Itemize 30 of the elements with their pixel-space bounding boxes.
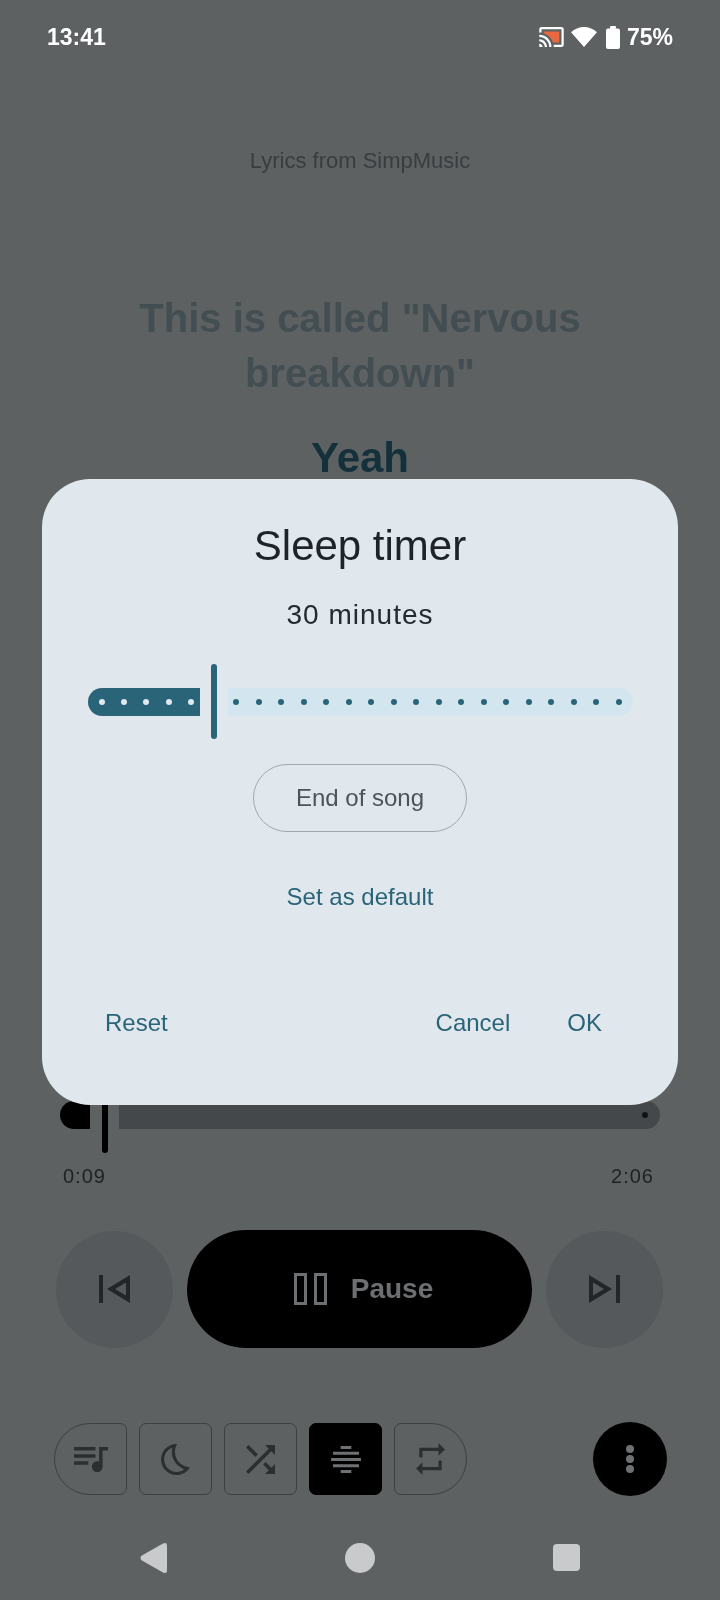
shuffle-icon: [246, 1444, 275, 1474]
battery-percent: 75%: [626, 23, 673, 51]
ok-button[interactable]: OK: [555, 999, 614, 1047]
shuffle-button[interactable]: [224, 1423, 297, 1495]
repeat-icon: [416, 1443, 445, 1475]
skip-next-icon: [589, 1275, 620, 1303]
reset-button[interactable]: Reset: [93, 999, 180, 1047]
centered-lines-icon: [330, 1445, 361, 1473]
pause-icon: [293, 1273, 327, 1305]
wifi-icon: [570, 27, 597, 47]
elapsed-time: 0:09: [63, 1164, 106, 1188]
sleep-timer-button[interactable]: [139, 1423, 212, 1495]
cancel-button[interactable]: Cancel: [423, 999, 523, 1047]
status-time: 13:41: [47, 23, 106, 51]
home-circle-icon[interactable]: [345, 1542, 375, 1573]
lyrics-button[interactable]: [309, 1423, 382, 1495]
back-triangle-icon[interactable]: [140, 1542, 167, 1573]
list-music-icon: [73, 1446, 108, 1472]
moon-icon: [161, 1443, 190, 1475]
pause-button[interactable]: Pause: [187, 1230, 532, 1348]
set-default-button[interactable]: Set as default: [274, 873, 446, 921]
vertical-dots-icon: [626, 1445, 634, 1473]
slider-thumb[interactable]: [211, 664, 218, 739]
dialog-title: Sleep timer: [253, 521, 467, 571]
timer-value: 30 minutes: [286, 598, 434, 632]
skip-previous-icon: [99, 1275, 130, 1303]
total-time: 2:06: [611, 1164, 654, 1188]
battery-icon: [605, 25, 620, 49]
duration-slider[interactable]: [87, 664, 633, 739]
cast-icon: [538, 27, 564, 47]
